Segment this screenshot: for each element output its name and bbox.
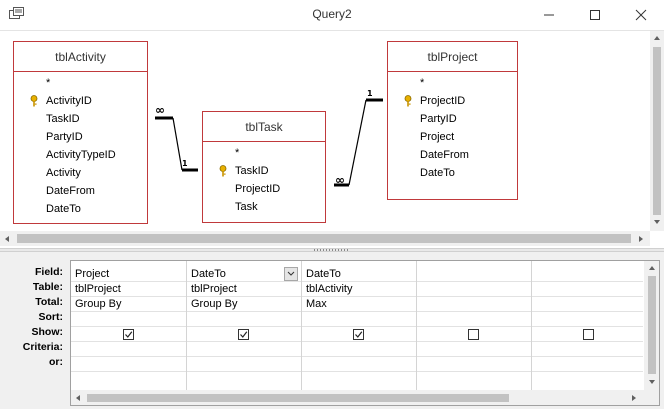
- field-cell[interactable]: Project: [71, 267, 186, 282]
- scroll-right-icon: [639, 235, 643, 242]
- total-cell[interactable]: Group By: [71, 297, 186, 312]
- scroll-up-button[interactable]: [650, 31, 664, 45]
- scroll-thumb[interactable]: [648, 276, 656, 374]
- scroll-right-button[interactable]: [627, 390, 641, 405]
- row-label-field: Field:: [35, 266, 63, 278]
- scroll-left-icon: [76, 395, 80, 401]
- splitter-grip[interactable]: [314, 249, 350, 251]
- maximize-icon: [590, 10, 600, 20]
- total-cell[interactable]: Group By: [187, 297, 301, 312]
- query-window: Query2 tblActivity * ActivityID TaskID P…: [0, 0, 664, 409]
- scroll-right-button[interactable]: [634, 231, 648, 246]
- scroll-up-button[interactable]: [644, 261, 659, 275]
- grid-column[interactable]: [417, 261, 532, 391]
- row-label-show: Show:: [31, 326, 64, 338]
- check-icon: [240, 331, 248, 338]
- field-cell[interactable]: DateTo: [302, 267, 416, 282]
- grid-column[interactable]: DateTo tblProject Group By: [187, 261, 302, 391]
- or-cell[interactable]: [187, 372, 301, 387]
- grid-column[interactable]: DateTo tblActivity Max: [302, 261, 417, 391]
- relationship-lines: ∞ 1 ∞ 1: [155, 89, 383, 187]
- sort-cell[interactable]: [302, 312, 416, 327]
- scroll-up-icon: [648, 266, 655, 270]
- scroll-left-icon: [5, 235, 9, 242]
- or-cell[interactable]: [302, 372, 416, 387]
- total-cell[interactable]: [417, 297, 531, 312]
- grid-column[interactable]: [532, 261, 644, 391]
- show-checkbox[interactable]: [123, 329, 134, 340]
- grid-horizontal-scrollbar[interactable]: [71, 390, 659, 405]
- table-design-pane[interactable]: tblActivity * ActivityID TaskID PartyID …: [0, 30, 664, 248]
- show-checkbox[interactable]: [468, 329, 479, 340]
- maximize-button[interactable]: [572, 0, 618, 30]
- show-checkbox[interactable]: [353, 329, 364, 340]
- table-cell[interactable]: tblActivity: [302, 282, 416, 297]
- or-cell[interactable]: [71, 372, 186, 387]
- design-grid[interactable]: Project tblProject Group By DateTo tblPr…: [70, 260, 660, 406]
- close-button[interactable]: [618, 0, 664, 30]
- upper-vertical-scrollbar[interactable]: [650, 31, 664, 231]
- many-label: ∞: [335, 173, 345, 187]
- one-label: 1: [182, 159, 188, 168]
- many-label: ∞: [155, 103, 165, 117]
- one-label: 1: [367, 89, 373, 98]
- criteria-cell[interactable]: [302, 357, 416, 372]
- row-label-total: Total:: [35, 296, 63, 308]
- upper-horizontal-scrollbar[interactable]: [0, 231, 650, 246]
- scroll-down-button[interactable]: [650, 215, 664, 229]
- row-labels: Field: Table: Total: Sort: Show: Criteri…: [0, 265, 66, 370]
- scroll-right-icon: [632, 395, 636, 401]
- minimize-button[interactable]: [526, 0, 572, 30]
- title-bar[interactable]: Query2: [0, 0, 664, 30]
- row-label-table: Table:: [32, 281, 63, 293]
- dropdown-arrow-icon: [287, 271, 295, 276]
- scroll-down-icon: [648, 380, 655, 384]
- row-label-or: or:: [49, 356, 63, 368]
- total-cell[interactable]: [532, 297, 642, 312]
- grid-column[interactable]: Project tblProject Group By: [71, 261, 187, 391]
- scroll-thumb[interactable]: [87, 394, 509, 402]
- show-checkbox[interactable]: [583, 329, 594, 340]
- scroll-left-button[interactable]: [0, 231, 14, 246]
- total-cell[interactable]: Max: [302, 297, 416, 312]
- scroll-thumb[interactable]: [17, 234, 631, 243]
- table-cell[interactable]: tblProject: [71, 282, 186, 297]
- show-checkbox[interactable]: [238, 329, 249, 340]
- table-cell[interactable]: [532, 282, 642, 297]
- field-cell[interactable]: [417, 267, 531, 282]
- criteria-cell[interactable]: [187, 357, 301, 372]
- scroll-thumb[interactable]: [653, 47, 661, 217]
- scroll-left-button[interactable]: [71, 390, 85, 405]
- table-cell[interactable]: [417, 282, 531, 297]
- sort-cell[interactable]: [71, 312, 186, 327]
- grid-vertical-scrollbar[interactable]: [644, 261, 659, 390]
- minimize-icon: [544, 14, 554, 16]
- query-grid-pane: Field: Table: Total: Sort: Show: Criteri…: [0, 252, 664, 409]
- field-cell[interactable]: DateTo: [187, 267, 283, 282]
- field-dropdown-button[interactable]: [284, 267, 298, 281]
- check-icon: [125, 331, 133, 338]
- scroll-down-icon: [654, 220, 660, 224]
- field-cell[interactable]: [532, 267, 642, 282]
- table-cell[interactable]: tblProject: [187, 282, 301, 297]
- relationship-project-task[interactable]: ∞ 1: [334, 89, 383, 187]
- criteria-cell[interactable]: [71, 357, 186, 372]
- close-icon: [635, 9, 647, 21]
- scroll-down-button[interactable]: [644, 375, 659, 389]
- relationship-task-activity[interactable]: ∞ 1: [155, 103, 198, 172]
- check-icon: [355, 331, 363, 338]
- row-label-sort: Sort:: [38, 311, 64, 323]
- row-label-criteria: Criteria:: [22, 341, 63, 353]
- sort-cell[interactable]: [187, 312, 301, 327]
- scroll-up-icon: [654, 36, 660, 40]
